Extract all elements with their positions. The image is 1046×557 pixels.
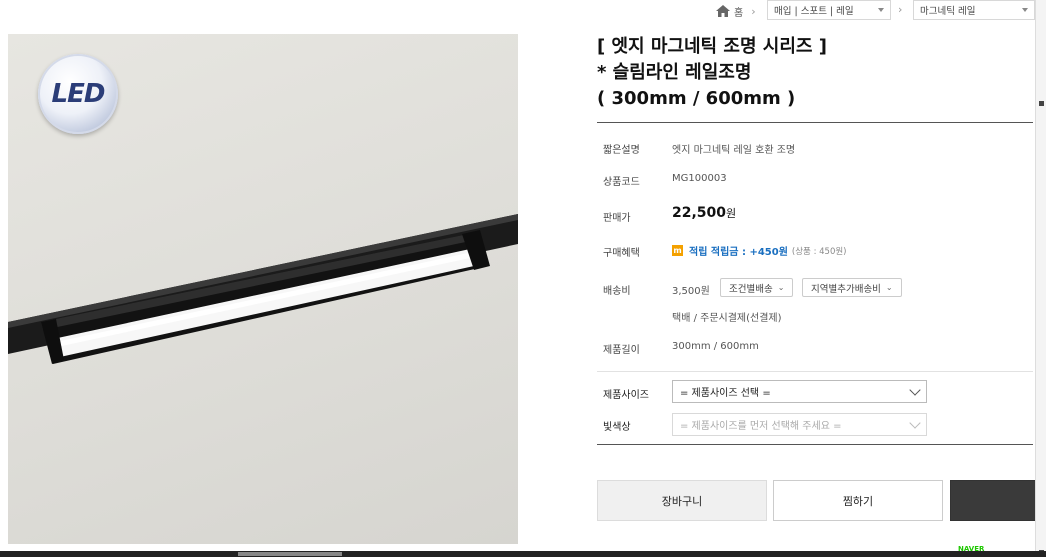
- color-select-value: = 제품사이즈를 먼저 선택해 주세요 =: [680, 421, 842, 432]
- length-label: 제품길이: [603, 345, 640, 356]
- benefit-text: 적립 적립금 : +450원: [689, 247, 788, 258]
- size-select-value: = 제품사이즈 선택 =: [680, 388, 771, 399]
- benefit-label: 구매혜택: [603, 248, 640, 259]
- summary-value: 엣지 마그네틱 레일 호환 조명: [672, 145, 796, 156]
- category-select-1-value: 매입 | 스포트 | 레일: [774, 6, 854, 17]
- code-value: MG100003: [672, 173, 727, 184]
- divider: [597, 122, 1033, 123]
- side-scrollbar[interactable]: [1035, 0, 1046, 557]
- product-title-line3: ( 300mm / 600mm ): [597, 88, 796, 109]
- price-label: 판매가: [603, 213, 631, 224]
- code-label: 상품코드: [603, 177, 640, 188]
- category-select-2-value: 마그네틱 레일: [920, 6, 976, 17]
- category-select-2[interactable]: 마그네틱 레일: [913, 0, 1035, 20]
- product-title: [ 엣지 마그네틱 조명 시리즈 ] * 슬림라인 레일조명 ( 300mm /…: [597, 34, 827, 112]
- shipping-region-button[interactable]: 지역별추가배송비 ⌄: [802, 278, 902, 297]
- chevron-right-icon: ›: [898, 3, 903, 16]
- benefit-note: (상품 : 450원): [791, 246, 847, 257]
- breadcrumb-home[interactable]: 홈: [734, 4, 743, 19]
- shipping-condition-button[interactable]: 조건별배송 ⌄: [720, 278, 794, 297]
- add-to-cart-label: 장바구니: [661, 494, 703, 508]
- shipping-method: 택배 / 주문시결제(선결제): [672, 313, 782, 324]
- chevron-right-icon: ›: [751, 4, 756, 18]
- size-option-label: 제품사이즈: [603, 390, 649, 401]
- divider: [597, 371, 1033, 372]
- price-amount: 22,500: [672, 205, 727, 221]
- summary-label: 짧은설명: [603, 145, 640, 156]
- divider: [597, 444, 1033, 445]
- breadcrumb: 홈 ›: [716, 0, 764, 22]
- size-select[interactable]: = 제품사이즈 선택 =: [672, 380, 927, 403]
- chevron-down-icon: ⌄: [777, 283, 785, 292]
- length-value: 300mm / 600mm: [672, 341, 759, 352]
- mileage-icon: m: [672, 245, 683, 256]
- benefit-info: m 적립 적립금 : +450원 (상품 : 450원): [672, 243, 847, 258]
- shipping-condition-label: 조건별배송: [729, 283, 773, 295]
- led-badge: LED: [38, 54, 118, 134]
- wishlist-button[interactable]: 찜하기: [773, 480, 943, 521]
- led-badge-text: LED: [51, 79, 106, 109]
- home-icon[interactable]: [716, 5, 730, 17]
- shipping-region-label: 지역별추가배송비: [811, 283, 881, 295]
- add-to-cart-button[interactable]: 장바구니: [597, 480, 767, 521]
- scrollbar-thumb[interactable]: [238, 552, 342, 556]
- chevron-down-icon: [909, 384, 921, 396]
- scroll-marker: [1039, 101, 1044, 106]
- shipping-label: 배송비: [603, 286, 631, 297]
- price-value: 22,500원: [672, 205, 736, 221]
- product-image[interactable]: LED: [8, 34, 518, 544]
- category-select-1[interactable]: 매입 | 스포트 | 레일: [767, 0, 891, 20]
- product-title-line2: * 슬림라인 레일조명: [597, 62, 752, 83]
- wishlist-label: 찜하기: [842, 494, 874, 508]
- shipping-value: 3,500원: [672, 286, 710, 297]
- chevron-down-icon: [909, 417, 921, 429]
- color-option-label: 빛색상: [603, 422, 631, 433]
- horizontal-scrollbar[interactable]: [0, 551, 1046, 557]
- product-title-line1: [ 엣지 마그네틱 조명 시리즈 ]: [597, 36, 827, 57]
- price-unit: 원: [726, 207, 737, 220]
- caret-down-icon: [878, 8, 884, 12]
- chevron-down-icon: ⌄: [885, 283, 893, 292]
- color-select[interactable]: = 제품사이즈를 먼저 선택해 주세요 =: [672, 413, 927, 436]
- caret-down-icon: [1022, 8, 1028, 12]
- buy-now-button[interactable]: [950, 480, 1036, 521]
